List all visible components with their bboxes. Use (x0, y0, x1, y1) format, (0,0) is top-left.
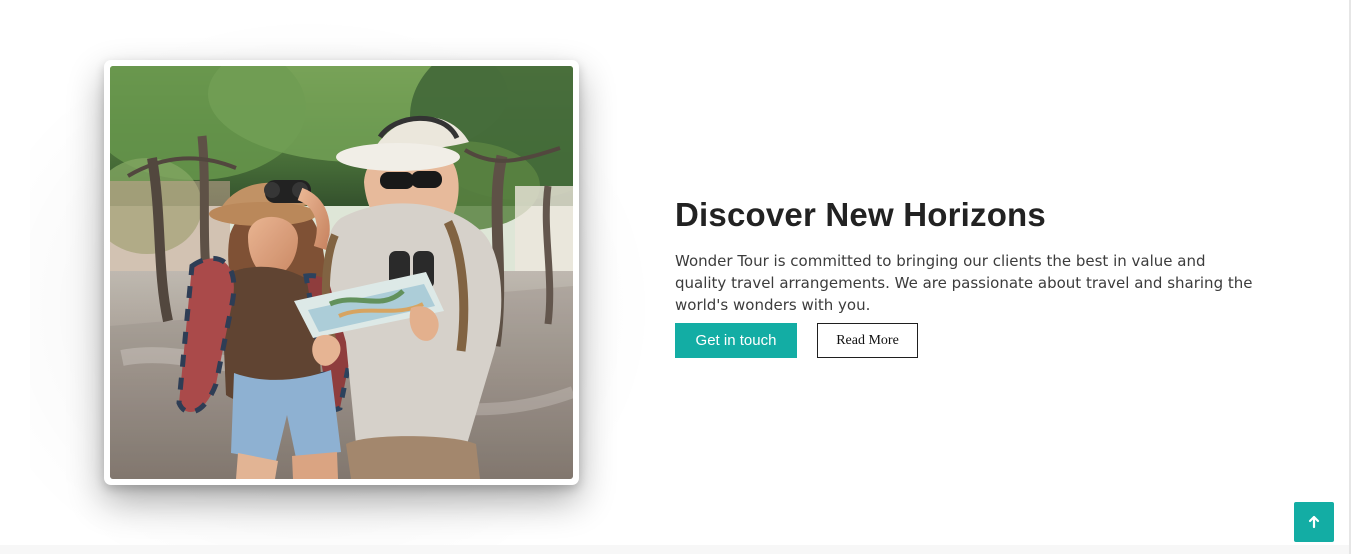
travel-couple-photo (110, 66, 573, 479)
hero-image-frame (104, 60, 579, 485)
get-in-touch-button[interactable]: Get in touch (675, 323, 797, 358)
read-more-button[interactable]: Read More (817, 323, 918, 358)
hero-buttons: Get in touch Read More (675, 323, 1275, 358)
hero-content: Discover New Horizons Wonder Tour is com… (675, 194, 1275, 358)
arrow-up-icon (1308, 515, 1320, 529)
hero-description: Wonder Tour is committed to bringing our… (675, 252, 1253, 314)
scroll-to-top-button[interactable] (1294, 502, 1334, 542)
page: Discover New Horizons Wonder Tour is com… (0, 0, 1351, 554)
hero-headline: Discover New Horizons (675, 196, 1046, 233)
bottom-strip (0, 545, 1349, 554)
